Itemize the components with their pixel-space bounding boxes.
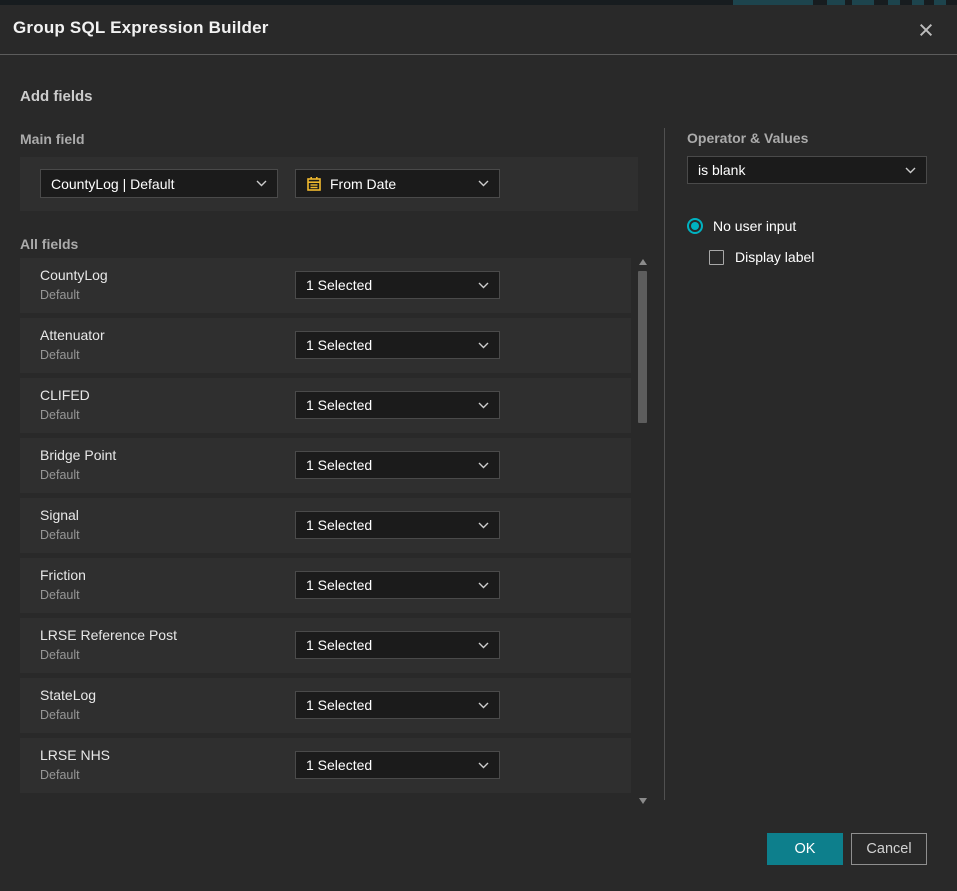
field-row: Friction Default 1 Selected	[20, 558, 631, 613]
field-row: Signal Default 1 Selected	[20, 498, 631, 553]
field-values-select[interactable]: 1 Selected	[295, 511, 500, 539]
field-values-select-value: 1 Selected	[306, 637, 470, 653]
layer-select-value: CountyLog | Default	[51, 176, 248, 192]
field-sublabel: Default	[40, 408, 80, 422]
operator-select-value: is blank	[698, 162, 897, 178]
chevron-down-icon	[478, 342, 489, 349]
field-values-select-value: 1 Selected	[306, 457, 470, 473]
fields-list-scrollbar	[637, 258, 650, 805]
chevron-down-icon	[905, 167, 916, 174]
field-row: StateLog Default 1 Selected	[20, 678, 631, 733]
chevron-down-icon	[478, 762, 489, 769]
field-row: LRSE NHS Default 1 Selected	[20, 738, 631, 793]
cancel-button[interactable]: Cancel	[851, 833, 927, 865]
field-values-select[interactable]: 1 Selected	[295, 451, 500, 479]
chevron-down-icon	[478, 180, 489, 187]
field-name: StateLog	[40, 687, 96, 703]
field-name: LRSE NHS	[40, 747, 110, 763]
field-name: CLIFED	[40, 387, 90, 403]
field-row: CLIFED Default 1 Selected	[20, 378, 631, 433]
chevron-down-icon	[478, 522, 489, 529]
field-values-select[interactable]: 1 Selected	[295, 271, 500, 299]
field-values-select-value: 1 Selected	[306, 397, 470, 413]
main-field-field-select[interactable]: From Date	[295, 169, 500, 198]
display-label-checkbox[interactable]: Display label	[709, 249, 814, 265]
add-fields-heading: Add fields	[20, 88, 93, 105]
calendar-icon	[306, 176, 322, 192]
field-values-select-value: 1 Selected	[306, 577, 470, 593]
scrollbar-up-arrow[interactable]	[639, 259, 647, 265]
field-values-select[interactable]: 1 Selected	[295, 331, 500, 359]
main-field-panel: CountyLog | Default From Date	[20, 157, 638, 211]
field-sublabel: Default	[40, 588, 80, 602]
field-values-select[interactable]: 1 Selected	[295, 391, 500, 419]
chevron-down-icon	[478, 642, 489, 649]
field-values-select-value: 1 Selected	[306, 697, 470, 713]
field-row: LRSE Reference Post Default 1 Selected	[20, 618, 631, 673]
operator-select[interactable]: is blank	[687, 156, 927, 184]
field-name: CountyLog	[40, 267, 108, 283]
ok-button[interactable]: OK	[767, 833, 843, 865]
main-field-layer-select[interactable]: CountyLog | Default	[40, 169, 278, 198]
checkbox-unchecked-icon	[709, 250, 724, 265]
field-values-select-value: 1 Selected	[306, 517, 470, 533]
field-sublabel: Default	[40, 648, 80, 662]
main-field-heading: Main field	[20, 131, 85, 147]
operator-values-heading: Operator & Values	[687, 130, 808, 146]
scrollbar-down-arrow[interactable]	[639, 798, 647, 804]
chevron-down-icon	[478, 282, 489, 289]
dialog-title: Group SQL Expression Builder	[13, 18, 269, 38]
screen: Group SQL Expression Builder × Add field…	[0, 0, 957, 891]
field-row: Attenuator Default 1 Selected	[20, 318, 631, 373]
chevron-down-icon	[478, 402, 489, 409]
field-name: Attenuator	[40, 327, 105, 343]
field-sublabel: Default	[40, 708, 80, 722]
field-values-select[interactable]: 1 Selected	[295, 751, 500, 779]
no-user-input-radio[interactable]: No user input	[687, 218, 796, 234]
no-user-input-label: No user input	[713, 218, 796, 234]
field-name: LRSE Reference Post	[40, 627, 177, 643]
field-values-select-value: 1 Selected	[306, 757, 470, 773]
field-values-select[interactable]: 1 Selected	[295, 571, 500, 599]
field-sublabel: Default	[40, 468, 80, 482]
scrollbar-thumb[interactable]	[638, 271, 647, 423]
close-icon: ×	[918, 15, 934, 45]
group-sql-expression-builder-dialog: Group SQL Expression Builder × Add field…	[0, 5, 957, 891]
field-sublabel: Default	[40, 528, 80, 542]
field-select-value: From Date	[330, 176, 470, 192]
field-values-select-value: 1 Selected	[306, 277, 470, 293]
panel-divider	[664, 128, 665, 800]
chevron-down-icon	[478, 582, 489, 589]
chevron-down-icon	[478, 462, 489, 469]
field-sublabel: Default	[40, 348, 80, 362]
field-row: CountyLog Default 1 Selected	[20, 258, 631, 313]
chevron-down-icon	[256, 180, 267, 187]
field-sublabel: Default	[40, 768, 80, 782]
field-name: Signal	[40, 507, 79, 523]
close-button[interactable]: ×	[909, 12, 943, 48]
all-fields-heading: All fields	[20, 236, 78, 252]
field-values-select[interactable]: 1 Selected	[295, 691, 500, 719]
dialog-header: Group SQL Expression Builder ×	[0, 5, 957, 55]
chevron-down-icon	[478, 702, 489, 709]
all-fields-list: CountyLog Default 1 Selected Attenuator …	[20, 258, 631, 798]
display-label-label: Display label	[735, 249, 814, 265]
field-row: Bridge Point Default 1 Selected	[20, 438, 631, 493]
radio-selected-icon	[687, 218, 703, 234]
field-name: Friction	[40, 567, 86, 583]
field-values-select-value: 1 Selected	[306, 337, 470, 353]
field-name: Bridge Point	[40, 447, 116, 463]
field-values-select[interactable]: 1 Selected	[295, 631, 500, 659]
field-sublabel: Default	[40, 288, 80, 302]
